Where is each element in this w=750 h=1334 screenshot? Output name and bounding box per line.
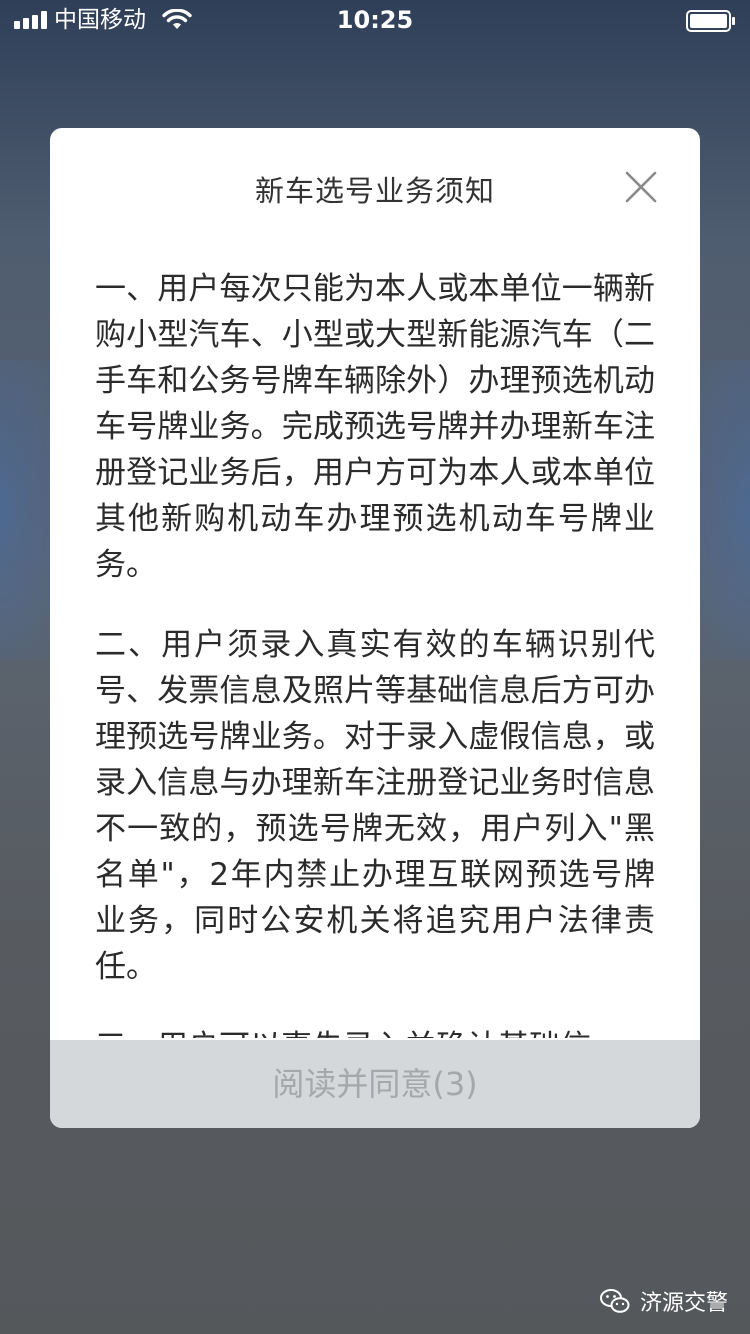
battery-icon [686, 10, 735, 32]
notice-paragraph-2: 二、用户须录入真实有效的车辆识别代号、发票信息及照片等基础信息后方可办理预选号牌… [95, 627, 655, 985]
watermark-text: 济源交警 [639, 1291, 728, 1316]
status-time: 10:25 [336, 6, 414, 34]
notice-paragraph-1: 一、用户每次只能为本人或本单位一辆新购小型汽车、小型或大型新能源汽车（二手车和公… [95, 271, 655, 583]
dialog-title: 新车选号业务须知 [254, 174, 495, 208]
close-icon[interactable] [622, 168, 660, 206]
wechat-logo-icon [599, 1289, 630, 1313]
notice-content[interactable]: 一、用户每次只能为本人或本单位一辆新购小型汽车、小型或大型新能源汽车（二手车和公… [95, 266, 655, 1038]
status-bar: 中国移动 10:25 [0, 0, 750, 40]
notice-paragraph-3: 三、用户可以事先录入并确认基础信 [95, 1024, 655, 1038]
watermark: 济源交警 [599, 1284, 728, 1318]
read-and-agree-button[interactable]: 阅读并同意(3) [50, 1040, 700, 1128]
notice-dialog: 新车选号业务须知 一、用户每次只能为本人或本单位一辆新购小型汽车、小型或大型新能… [50, 128, 700, 1128]
